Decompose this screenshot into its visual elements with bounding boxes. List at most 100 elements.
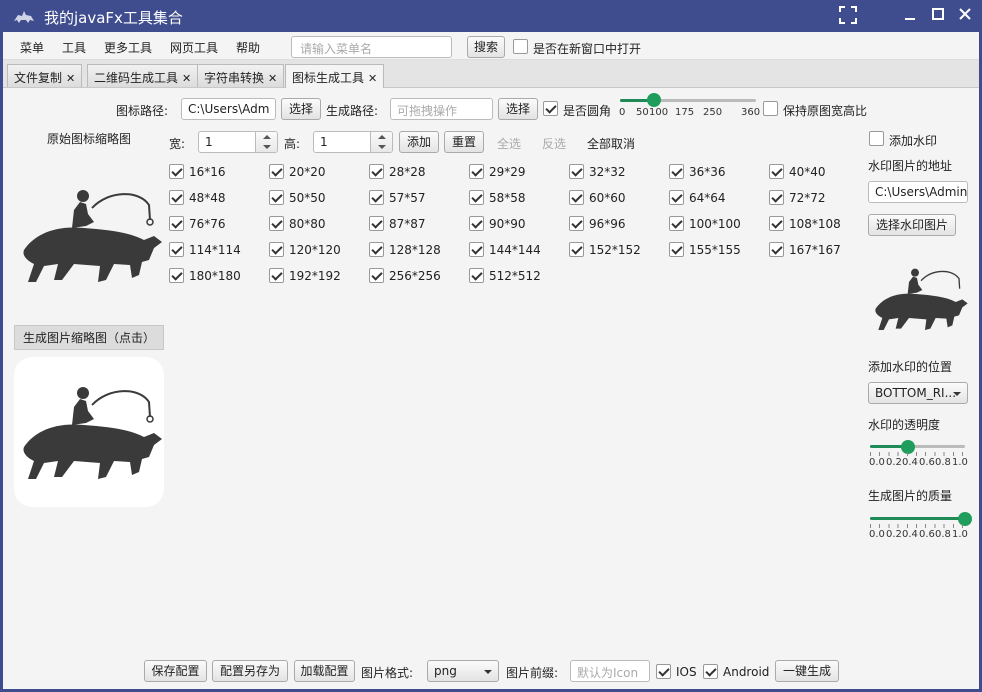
image-format-select[interactable]: png [427, 660, 499, 682]
size-checkbox[interactable] [169, 216, 184, 231]
size-checkbox[interactable] [369, 190, 384, 205]
tab-close-icon[interactable]: ✕ [182, 72, 191, 85]
size-checkbox[interactable] [169, 190, 184, 205]
corner-radius-slider[interactable] [647, 93, 661, 107]
size-checkbox[interactable] [569, 190, 584, 205]
size-checkbox[interactable] [169, 242, 184, 257]
menu-item-help[interactable]: 帮助 [236, 39, 260, 56]
height-label: 高: [284, 137, 301, 151]
tab-qrcode[interactable]: 二维码生成工具 ✕ [87, 64, 199, 87]
size-checkbox[interactable] [469, 242, 484, 257]
save-config-button[interactable]: 保存配置 [144, 660, 207, 682]
height-spinner-arrows-icon[interactable] [370, 132, 392, 152]
corner-tick-label: 360 [741, 107, 761, 118]
size-checkbox[interactable] [469, 268, 484, 283]
select-all-button[interactable]: 全选 [497, 135, 521, 152]
cancel-all-button[interactable]: 全部取消 [587, 135, 635, 152]
size-checkbox[interactable] [569, 164, 584, 179]
new-window-checkbox[interactable] [513, 39, 528, 54]
menu-bar: 菜单 工具 更多工具 网页工具 帮助 请输入菜单名 搜索 是否在新窗口中打开 [3, 32, 979, 60]
generate-all-button[interactable]: 一键生成 [775, 660, 839, 682]
height-spinner[interactable]: 1 [313, 131, 393, 153]
width-spinner-arrows-icon[interactable] [255, 132, 277, 152]
new-window-label: 是否在新窗口中打开 [533, 42, 642, 56]
add-watermark-checkbox[interactable] [869, 131, 884, 146]
tab-bar: 文件复制 ✕ 二维码生成工具 ✕ 字符串转换 ✕ 图标生成工具 ✕ [3, 60, 979, 88]
size-checkbox[interactable] [469, 190, 484, 205]
size-checkbox[interactable] [569, 216, 584, 231]
size-checkbox[interactable] [169, 164, 184, 179]
tab-close-icon[interactable]: ✕ [368, 72, 377, 85]
add-size-button[interactable]: 添加 [399, 131, 439, 153]
round-corner-checkbox[interactable] [543, 101, 558, 116]
menu-item-tools[interactable]: 工具 [62, 39, 86, 56]
output-path-field[interactable]: 可拖拽操作 [390, 98, 493, 120]
tab-string-convert[interactable]: 字符串转换 ✕ [197, 64, 285, 87]
size-checkbox[interactable] [469, 164, 484, 179]
size-checkbox[interactable] [769, 164, 784, 179]
close-icon[interactable] [955, 6, 975, 26]
select-watermark-button[interactable]: 选择水印图片 [868, 214, 956, 236]
size-checkbox[interactable] [269, 268, 284, 283]
slider-tick-label: 0.0 [869, 457, 885, 468]
save-config-as-button[interactable]: 配置另存为 [212, 660, 288, 682]
watermark-address-field[interactable]: C:\Users\Admin [868, 181, 968, 203]
android-checkbox[interactable] [703, 664, 718, 679]
menu-item-more-tools[interactable]: 更多工具 [104, 39, 152, 56]
quality-label: 生成图片的质量 [868, 489, 953, 503]
corner-tick-label: 100 [649, 107, 669, 118]
icon-path-field[interactable]: C:\Users\Adm [181, 98, 276, 120]
size-checkbox[interactable] [669, 164, 684, 179]
load-config-button[interactable]: 加载配置 [294, 660, 355, 682]
width-spinner[interactable]: 1 [198, 131, 278, 153]
size-checkbox[interactable] [669, 216, 684, 231]
search-button[interactable]: 搜索 [467, 36, 505, 58]
size-checkbox[interactable] [269, 190, 284, 205]
slider-tick-label: 0.6 [919, 457, 935, 468]
ios-checkbox[interactable] [656, 664, 671, 679]
size-checkbox[interactable] [769, 216, 784, 231]
maximize-icon[interactable] [928, 6, 948, 26]
original-thumbnail-label: 原始图标缩略图 [47, 132, 132, 146]
menu-item-web-tools[interactable]: 网页工具 [170, 39, 218, 56]
size-checkbox[interactable] [369, 216, 384, 231]
minimize-icon[interactable] [900, 6, 920, 26]
size-checkbox[interactable] [369, 164, 384, 179]
image-format-label: 图片格式: [361, 666, 414, 680]
reset-button[interactable]: 重置 [444, 131, 484, 153]
size-checkbox[interactable] [669, 242, 684, 257]
size-checkbox[interactable] [469, 216, 484, 231]
tab-close-icon[interactable]: ✕ [268, 72, 277, 85]
invert-selection-button[interactable]: 反选 [542, 135, 566, 152]
size-label: 48*48 [189, 191, 226, 205]
size-checkbox[interactable] [269, 242, 284, 257]
keep-ratio-label: 保持原图宽高比 [783, 104, 868, 118]
fullscreen-icon[interactable] [838, 6, 858, 26]
select-output-path-button[interactable]: 选择 [498, 98, 538, 120]
tab-file-copy[interactable]: 文件复制 ✕ [7, 64, 83, 87]
size-checkbox[interactable] [269, 216, 284, 231]
size-checkbox[interactable] [569, 242, 584, 257]
size-checkbox[interactable] [669, 190, 684, 205]
size-checkbox[interactable] [369, 268, 384, 283]
generate-thumbnail-button[interactable]: 生成图片缩略图（点击） [14, 325, 165, 350]
size-checkbox[interactable] [169, 268, 184, 283]
size-label: 32*32 [589, 165, 626, 179]
size-checkbox[interactable] [269, 164, 284, 179]
slider-tick-label: 0.2 [886, 529, 902, 540]
size-checkbox[interactable] [769, 190, 784, 205]
size-checkbox[interactable] [769, 242, 784, 257]
keep-ratio-checkbox[interactable] [763, 101, 778, 116]
generated-thumbnail [14, 357, 164, 507]
menu-item-menu[interactable]: 菜单 [20, 39, 44, 56]
image-prefix-field[interactable]: 默认为Icon [570, 660, 650, 682]
select-icon-path-button[interactable]: 选择 [281, 98, 321, 120]
slider-tick-label: 0.2 [886, 457, 902, 468]
size-label: 180*180 [189, 269, 241, 283]
size-checkbox[interactable] [369, 242, 384, 257]
menu-search-input[interactable]: 请输入菜单名 [291, 36, 452, 58]
tab-icon-generator[interactable]: 图标生成工具 ✕ [285, 64, 385, 88]
original-thumbnail-image [23, 190, 163, 282]
tab-close-icon[interactable]: ✕ [66, 72, 75, 85]
watermark-position-select[interactable]: BOTTOM_RI... [868, 382, 968, 404]
